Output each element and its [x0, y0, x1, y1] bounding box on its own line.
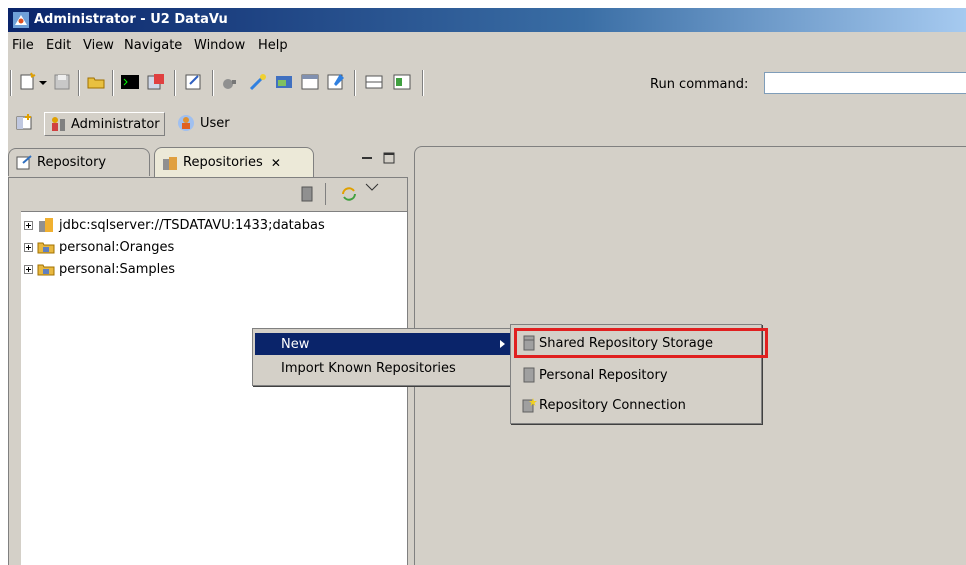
menu-bar: File Edit View Navigate Window Help — [8, 34, 966, 58]
submenu-repository-connection[interactable]: Repository Connection — [515, 393, 757, 417]
save-icon[interactable] — [52, 72, 72, 92]
toolbar-separator — [174, 70, 176, 96]
run-command-input[interactable] — [764, 72, 966, 94]
submenu-item-label: Personal Repository — [539, 367, 668, 383]
context-menu-import-label: Import Known Repositories — [281, 360, 456, 376]
submenu-personal-repository[interactable]: Personal Repository — [515, 363, 757, 387]
close-tab-icon[interactable]: ✕ — [271, 156, 281, 170]
perspective-administrator[interactable]: Administrator — [44, 112, 165, 136]
database-connection-icon — [39, 218, 53, 232]
repositories-icon — [163, 156, 177, 170]
menu-navigate[interactable]: Navigate — [124, 38, 182, 53]
tree-node-label: jdbc:sqlserver://TSDATAVU:1433;databas — [59, 217, 325, 233]
menu-edit[interactable]: Edit — [46, 38, 71, 53]
view-menu-icon[interactable] — [365, 183, 379, 193]
tree-node[interactable]: personal:Samples — [21, 258, 175, 280]
layout-icon[interactable] — [364, 72, 384, 92]
tree-node-label: personal:Samples — [59, 261, 176, 277]
context-menu-import-known-repositories[interactable]: Import Known Repositories — [255, 357, 511, 379]
submenu-item-label: Repository Connection — [539, 397, 686, 413]
context-menu-new-label: New — [281, 336, 310, 352]
open-perspective-icon[interactable] — [14, 112, 34, 134]
repository-tree: jdbc:sqlserver://TSDATAVU:1433;databas p… — [21, 211, 407, 565]
highlight-annotation — [514, 328, 768, 358]
administrator-icon — [52, 117, 65, 131]
refresh-icon[interactable] — [339, 184, 359, 204]
terminal-icon[interactable] — [120, 72, 140, 92]
datavu-app-icon — [13, 12, 29, 28]
perspective-bar: Administrator User — [8, 108, 966, 140]
wizard-icon[interactable] — [248, 72, 268, 92]
repository-icon — [16, 154, 32, 169]
folder-icon — [37, 242, 55, 254]
view-toolbar — [9, 177, 407, 209]
perspective-user-label: User — [200, 115, 230, 131]
application-window: Administrator - U2 DataVu File Edit View… — [8, 8, 966, 565]
tools-icon[interactable] — [220, 72, 240, 92]
menu-view[interactable]: View — [83, 38, 114, 53]
view-toolbar-separator — [325, 183, 326, 205]
properties-icon[interactable] — [326, 72, 346, 92]
expand-toggle[interactable] — [24, 242, 33, 252]
dropdown-arrow-icon[interactable] — [38, 72, 48, 92]
user-icon — [178, 115, 194, 131]
menu-window[interactable]: Window — [194, 38, 245, 53]
expand-toggle[interactable] — [24, 220, 33, 230]
database-icon[interactable] — [299, 185, 315, 203]
tree-node[interactable]: jdbc:sqlserver://TSDATAVU:1433;databas — [21, 214, 325, 236]
import-icon[interactable] — [146, 72, 166, 92]
tab-repository[interactable]: Repository — [8, 148, 150, 176]
tab-repositories-label: Repositories — [183, 155, 263, 170]
context-menu-new[interactable]: New — [255, 333, 511, 355]
tree-node[interactable]: personal:Oranges — [21, 236, 174, 258]
view-tab-row: Repository Repositories ✕ — [8, 145, 408, 178]
toolbar-separator — [422, 70, 424, 96]
maximize-icon[interactable] — [382, 151, 396, 165]
toolbar-separator — [212, 70, 214, 96]
tab-repositories[interactable]: Repositories ✕ — [154, 147, 314, 177]
minimize-icon[interactable] — [360, 151, 374, 165]
folder-icon — [37, 264, 55, 276]
perspective-user[interactable]: User — [176, 112, 230, 134]
toolbar-separator — [78, 70, 80, 96]
toolbar-separator — [354, 70, 356, 96]
edit-document-icon[interactable] — [184, 72, 204, 92]
tree-node-label: personal:Oranges — [59, 239, 175, 255]
repository-connection-icon — [522, 398, 537, 413]
toolbar-separator — [10, 70, 12, 96]
menu-file[interactable]: File — [12, 38, 34, 53]
title-bar: Administrator - U2 DataVu — [8, 8, 966, 32]
window-icon[interactable] — [300, 72, 320, 92]
context-menu: New Import Known Repositories — [252, 328, 514, 386]
run-command-label: Run command: — [650, 77, 749, 92]
tab-repository-label: Repository — [37, 155, 107, 170]
submenu-arrow-icon — [500, 340, 505, 348]
menu-help[interactable]: Help — [258, 38, 288, 53]
toolbar-separator — [112, 70, 114, 96]
perspective-administrator-label: Administrator — [71, 116, 160, 132]
personal-repository-icon — [523, 367, 535, 383]
expand-toggle[interactable] — [24, 264, 33, 274]
image-icon[interactable] — [274, 72, 294, 92]
open-folder-icon[interactable] — [86, 72, 106, 92]
split-view-icon[interactable] — [392, 72, 412, 92]
new-icon[interactable] — [18, 72, 38, 92]
window-title: Administrator - U2 DataVu — [34, 12, 228, 27]
